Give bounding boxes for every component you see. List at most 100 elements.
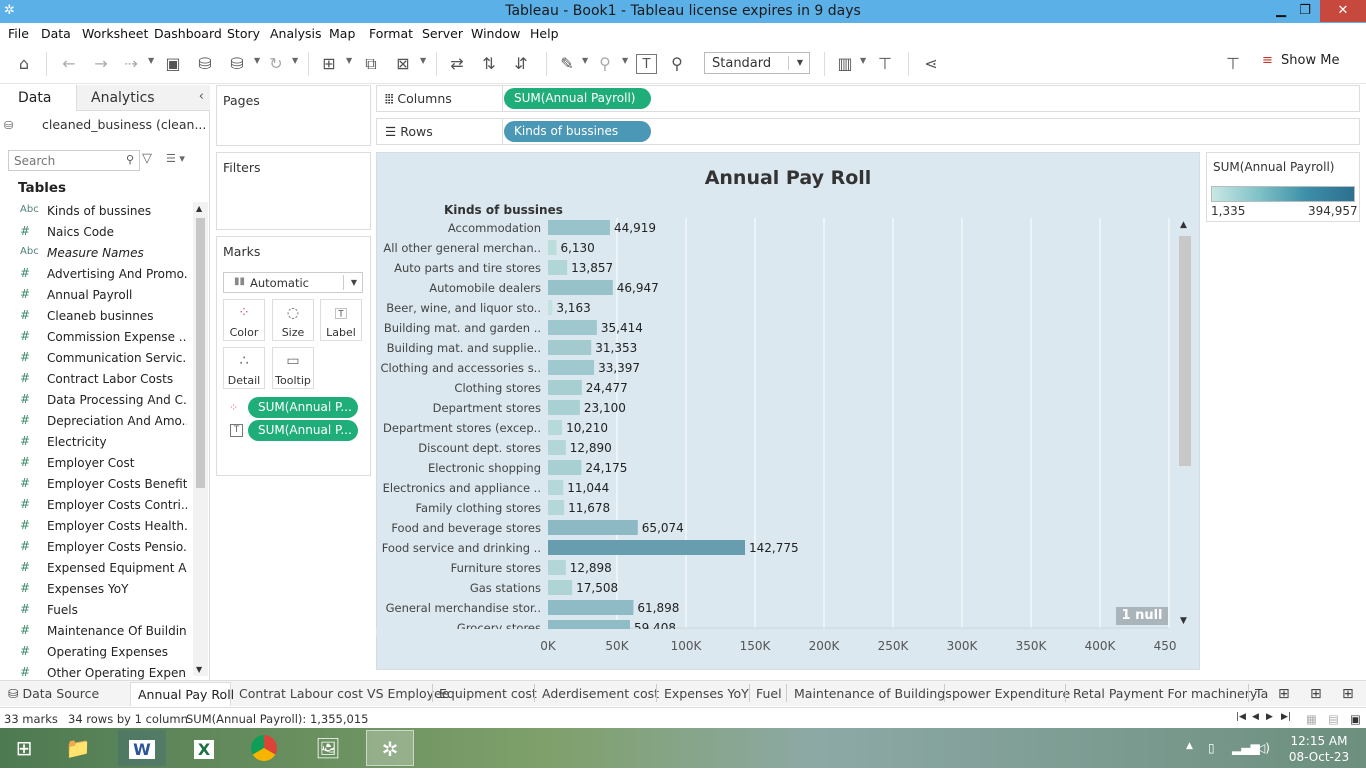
field-item[interactable]: # Electricity bbox=[0, 432, 192, 453]
collapse-pane-icon[interactable]: ‹ bbox=[199, 89, 204, 104]
field-item[interactable]: # Operating Expenses bbox=[0, 642, 192, 663]
clear-sheet-icon[interactable]: ⊠ bbox=[392, 54, 414, 74]
tab-contract-labour[interactable]: Contrat Labour cost VS Employee bbox=[239, 685, 449, 705]
filters-shelf[interactable]: Filters bbox=[216, 152, 371, 230]
show-mark-labels-icon[interactable]: T bbox=[636, 54, 657, 74]
replay-icon[interactable]: ⇢ bbox=[120, 54, 142, 74]
field-item[interactable]: Abc Kinds of bussines bbox=[0, 201, 192, 222]
field-item[interactable]: # Fuels bbox=[0, 600, 192, 621]
tab-fuel[interactable]: Fuel bbox=[756, 685, 782, 705]
format-painter-icon[interactable]: ⊤ bbox=[1222, 54, 1244, 74]
menu-format[interactable]: Format bbox=[369, 26, 413, 41]
tab-truncated[interactable]: Ta bbox=[1255, 685, 1268, 705]
bar-chart[interactable]: 0K 50K 100K 150K 200K 250K 300K 350K 400K 450K 44,… bbox=[376, 218, 1176, 658]
grid-view-icon[interactable]: ▦ bbox=[1306, 712, 1317, 726]
excel-icon[interactable]: X bbox=[180, 730, 228, 766]
color-button[interactable]: ⁘ Color bbox=[223, 299, 265, 341]
scroll-down-icon[interactable]: ▼ bbox=[196, 665, 202, 674]
scrollbar-thumb[interactable] bbox=[1179, 236, 1191, 466]
field-item[interactable]: # Data Processing And C... bbox=[0, 390, 192, 411]
scroll-down-icon[interactable]: ▼ bbox=[1180, 616, 1187, 626]
pages-shelf[interactable]: Pages bbox=[216, 85, 371, 146]
fit-dropdown[interactable]: Standard ▼ bbox=[704, 52, 810, 74]
search-input[interactable] bbox=[9, 151, 109, 170]
menu-window[interactable]: Window bbox=[471, 26, 520, 41]
duplicate-sheet-icon[interactable]: ⧉ bbox=[360, 54, 382, 74]
new-story-icon[interactable]: ⊞ bbox=[1342, 685, 1354, 705]
sort-ascending-icon[interactable]: ⇅ bbox=[478, 54, 500, 74]
menu-dashboard[interactable]: Dashboard bbox=[154, 26, 222, 41]
tab-expenses-yoy[interactable]: Expenses YoY bbox=[664, 685, 749, 705]
chevron-down-icon[interactable]: ▼ bbox=[582, 56, 588, 65]
tab-advertisement-cost[interactable]: Aderdisement cost bbox=[542, 685, 659, 705]
new-dashboard-icon[interactable]: ⊞ bbox=[1310, 685, 1322, 705]
pause-updates-icon[interactable]: ⛁ bbox=[226, 54, 248, 74]
chevron-down-icon[interactable]: ▼ bbox=[292, 56, 298, 65]
rows-pill[interactable]: Kinds of bussines bbox=[504, 121, 651, 142]
viz-scrollbar[interactable]: ▲ ▼ bbox=[1177, 218, 1194, 630]
menu-analysis[interactable]: Analysis bbox=[270, 26, 322, 41]
mark-type-dropdown[interactable]: ▮▮ Automatic ▼ bbox=[223, 272, 363, 293]
field-item[interactable]: # Advertising And Promo... bbox=[0, 264, 192, 285]
field-item[interactable]: # Commission Expense ... bbox=[0, 327, 192, 348]
chevron-down-icon[interactable]: ▼ bbox=[860, 56, 866, 65]
field-item[interactable]: # Annual Payroll bbox=[0, 285, 192, 306]
volume-icon[interactable]: ◁) bbox=[1256, 741, 1270, 755]
filmstrip-view-icon[interactable]: ▤ bbox=[1328, 712, 1339, 726]
highlight-icon[interactable]: ✎ bbox=[556, 54, 578, 74]
menu-map[interactable]: Map bbox=[329, 26, 355, 41]
chevron-down-icon[interactable]: ▼ bbox=[346, 56, 352, 65]
tableau-taskbar-icon[interactable]: ✲ bbox=[366, 730, 414, 766]
menu-help[interactable]: Help bbox=[530, 26, 559, 41]
group-members-icon[interactable]: ⚲ bbox=[594, 54, 616, 74]
word-icon[interactable]: W bbox=[118, 730, 166, 766]
field-list-scrollbar[interactable]: ▲ ▼ bbox=[193, 202, 208, 676]
close-button[interactable]: ✕ bbox=[1320, 0, 1366, 22]
label-button[interactable]: 🅃 Label bbox=[320, 299, 362, 341]
last-page-icon[interactable]: ▶| bbox=[1281, 712, 1291, 722]
show-cards-icon[interactable]: ▥ bbox=[834, 54, 856, 74]
chrome-icon[interactable] bbox=[240, 730, 288, 766]
tray-expand-icon[interactable]: ▲ bbox=[1186, 741, 1193, 751]
home-icon[interactable]: ⌂ bbox=[13, 54, 35, 74]
scroll-up-icon[interactable]: ▲ bbox=[1180, 220, 1187, 230]
marks-pill-color[interactable]: SUM(Annual P... bbox=[248, 397, 358, 418]
menu-data[interactable]: Data bbox=[41, 26, 71, 41]
field-item[interactable]: # Expensed Equipment A... bbox=[0, 558, 192, 579]
field-item[interactable]: # Expenses YoY bbox=[0, 579, 192, 600]
detail-button[interactable]: ∴ Detail bbox=[223, 347, 265, 389]
scroll-up-icon[interactable]: ▲ bbox=[196, 204, 202, 213]
show-me-button[interactable]: ≡ Show Me bbox=[1262, 53, 1362, 73]
undo-icon[interactable]: ← bbox=[58, 54, 80, 74]
tab-data[interactable]: Data bbox=[0, 85, 76, 111]
tab-power-expenditure[interactable]: power Expenditure bbox=[952, 685, 1070, 705]
null-indicator[interactable]: 1 null bbox=[1116, 607, 1168, 625]
tab-data-source[interactable]: ⛁ Data Source bbox=[8, 685, 99, 705]
tab-maintenance[interactable]: Maintenance of Buildings bbox=[794, 685, 952, 705]
field-item[interactable]: Abc Measure Names bbox=[0, 243, 192, 264]
tab-equipment-cost[interactable]: Equipment cost bbox=[439, 685, 537, 705]
field-item[interactable]: # Contract Labor Costs bbox=[0, 369, 192, 390]
sort-descending-icon[interactable]: ⇵ bbox=[510, 54, 532, 74]
file-explorer-icon[interactable]: 📁 bbox=[54, 730, 102, 766]
swap-rows-columns-icon[interactable]: ⇄ bbox=[446, 54, 468, 74]
field-item[interactable]: # Employer Costs Health... bbox=[0, 516, 192, 537]
columns-pill[interactable]: SUM(Annual Payroll) bbox=[504, 88, 651, 109]
field-item[interactable]: # Employer Cost bbox=[0, 453, 192, 474]
field-item[interactable]: # Communication Servic... bbox=[0, 348, 192, 369]
refresh-icon[interactable]: ↻ bbox=[265, 54, 287, 74]
scrollbar-thumb[interactable] bbox=[196, 218, 205, 488]
save-icon[interactable]: ▣ bbox=[162, 54, 184, 74]
field-item[interactable]: # Naics Code bbox=[0, 222, 192, 243]
pin-icon[interactable]: ⚲ bbox=[666, 54, 688, 74]
first-page-icon[interactable]: |◀ bbox=[1236, 712, 1246, 722]
tooltip-button[interactable]: ▭ Tooltip bbox=[272, 347, 314, 389]
new-datasource-icon[interactable]: ⛁ bbox=[194, 54, 216, 74]
tab-view-icon[interactable]: ▣ bbox=[1350, 712, 1361, 726]
presentation-mode-icon[interactable]: ⊤ bbox=[874, 54, 896, 74]
next-page-icon[interactable]: ▶ bbox=[1266, 712, 1273, 722]
view-options-icon[interactable]: ☰ ▾ bbox=[166, 152, 185, 165]
battery-icon[interactable]: ▯ bbox=[1208, 741, 1215, 755]
filter-icon[interactable]: ▽ bbox=[142, 151, 152, 166]
marks-pill-label[interactable]: SUM(Annual P... bbox=[248, 420, 358, 441]
